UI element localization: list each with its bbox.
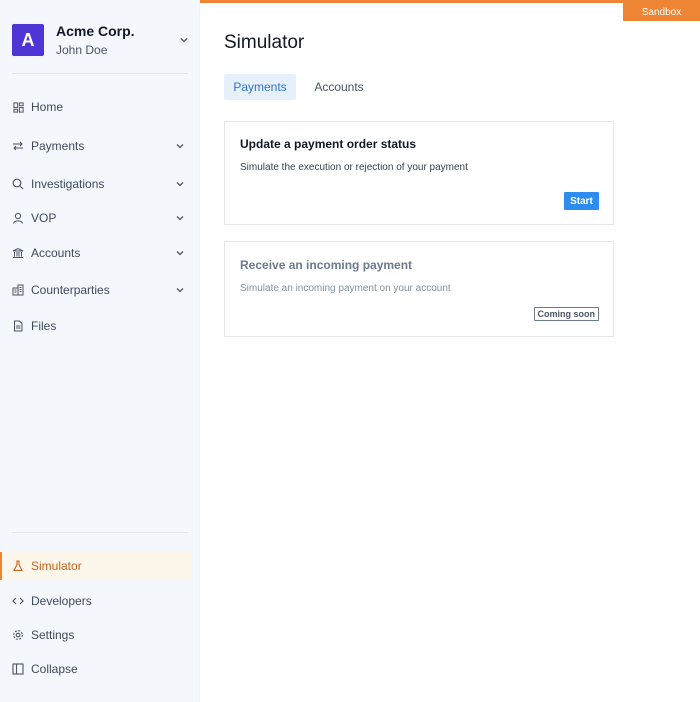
sidebar-item-developers[interactable]: Developers xyxy=(0,587,192,615)
sidebar-item-settings[interactable]: Settings xyxy=(0,621,192,649)
user-name: John Doe xyxy=(56,42,108,57)
sidebar-item-label: Collapse xyxy=(31,662,78,676)
chevron-down-icon xyxy=(176,216,184,221)
sidebar-item-vop[interactable]: VOP xyxy=(0,204,192,232)
flask-icon xyxy=(12,560,24,572)
sidebar-item-payments[interactable]: Payments xyxy=(0,132,192,160)
card-title: Receive an incoming payment xyxy=(240,258,413,272)
user-icon xyxy=(12,212,24,224)
org-switcher[interactable]: A Acme Corp. John Doe xyxy=(12,20,192,60)
chevron-down-icon xyxy=(176,251,184,256)
sidebar-item-label: Settings xyxy=(31,628,75,642)
sidebar-item-counterparties[interactable]: Counterparties xyxy=(0,276,192,304)
sidebar-item-simulator[interactable]: Simulator xyxy=(0,552,192,580)
sidebar-item-label: Files xyxy=(31,319,57,333)
card-description: Simulate an incoming payment on your acc… xyxy=(240,283,451,294)
buildings-icon xyxy=(12,284,24,296)
sidebar-divider-bottom xyxy=(12,532,188,533)
environment-badge: Sandbox xyxy=(623,3,700,21)
simulation-card-incoming-payment: Receive an incoming payment Simulate an … xyxy=(224,241,614,337)
chevron-down-icon xyxy=(180,38,188,43)
org-info: Acme Corp. John Doe xyxy=(56,22,178,59)
coming-soon-badge: Coming soon xyxy=(533,307,599,321)
sidebar-item-label: VOP xyxy=(31,211,57,225)
file-icon xyxy=(12,320,24,332)
sidebar-item-collapse[interactable]: Collapse xyxy=(0,655,192,683)
sidebar-item-label: Home xyxy=(31,100,64,114)
sidebar-collapse-icon xyxy=(12,663,24,675)
chevron-down-icon xyxy=(176,144,184,149)
card-title: Update a payment order status xyxy=(240,137,417,151)
code-icon xyxy=(12,595,24,607)
simulation-card-update-payment: Update a payment order status Simulate t… xyxy=(224,121,614,225)
tab-accounts[interactable]: Accounts xyxy=(304,74,374,100)
arrows-exchange-icon xyxy=(12,140,24,152)
chevron-down-icon xyxy=(176,288,184,293)
org-name: Acme Corp. xyxy=(56,22,135,39)
chevron-down-icon xyxy=(176,182,184,187)
sidebar-item-label: Accounts xyxy=(31,246,81,260)
start-button[interactable]: Start xyxy=(564,192,599,210)
bank-icon xyxy=(12,247,24,259)
tab-payments[interactable]: Payments xyxy=(224,74,296,100)
sidebar-item-home[interactable]: Home xyxy=(0,93,192,121)
sidebar-item-accounts[interactable]: Accounts xyxy=(0,239,192,267)
sidebar-item-label: Simulator xyxy=(31,559,82,573)
sidebar: A Acme Corp. John Doe Home Payments Inve… xyxy=(0,0,200,702)
sidebar-item-label: Payments xyxy=(31,139,85,153)
card-description: Simulate the execution or rejection of y… xyxy=(240,162,468,173)
sidebar-item-label: Investigations xyxy=(31,177,105,191)
gear-icon xyxy=(12,629,24,641)
sidebar-divider-top xyxy=(12,73,188,74)
sidebar-item-label: Developers xyxy=(31,594,92,608)
sidebar-item-files[interactable]: Files xyxy=(0,312,192,340)
page-title: Simulator xyxy=(224,32,305,53)
search-icon xyxy=(12,178,24,190)
grid-icon xyxy=(12,101,24,113)
sidebar-item-label: Counterparties xyxy=(31,283,110,297)
sidebar-item-investigations[interactable]: Investigations xyxy=(0,170,192,198)
org-avatar: A xyxy=(12,24,44,56)
